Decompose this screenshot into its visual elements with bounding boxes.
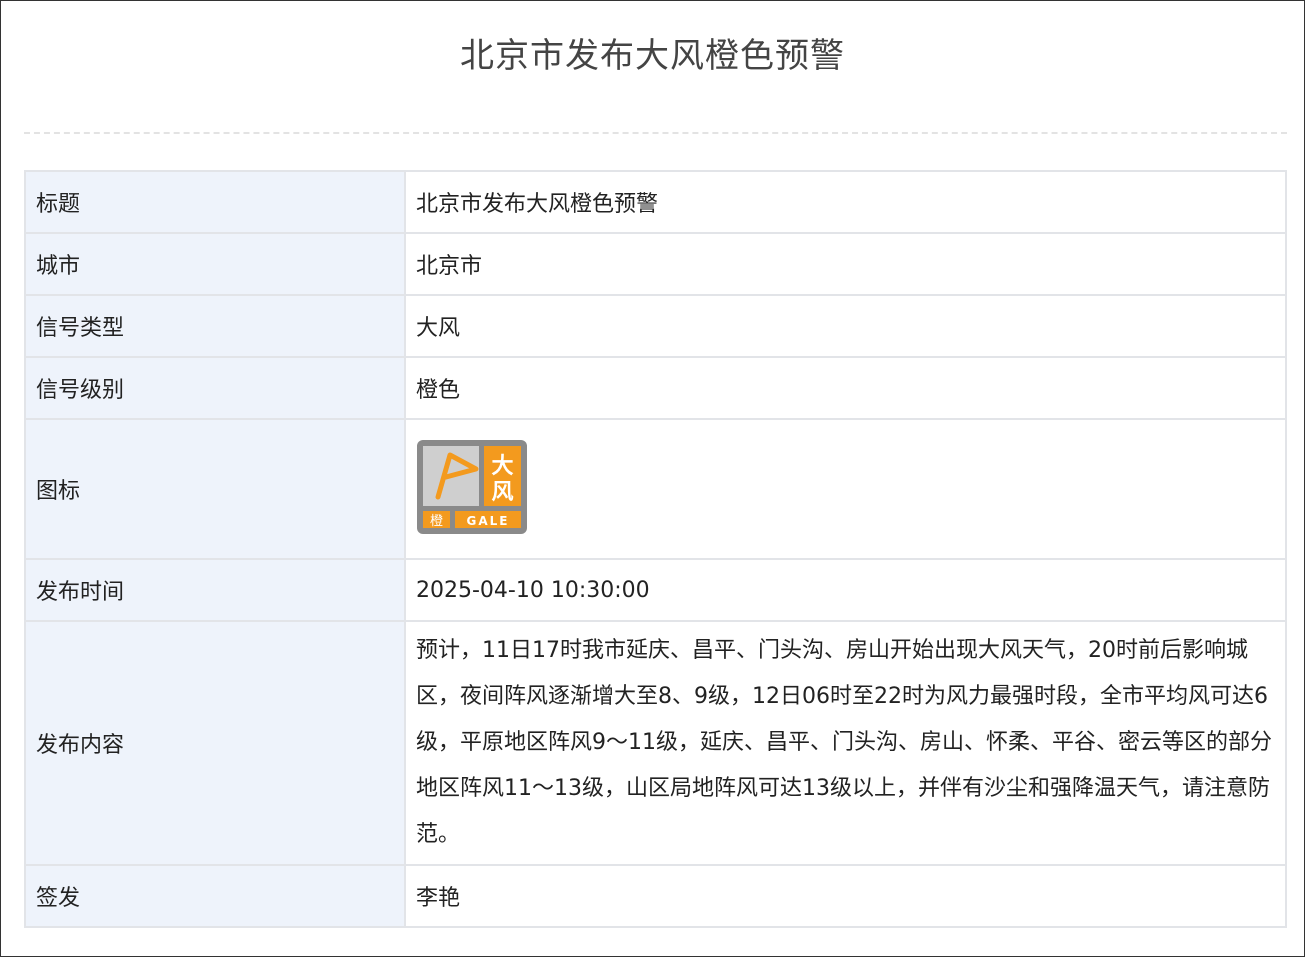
row-label: 信号类型 [25,295,405,357]
svg-text:橙: 橙 [430,514,443,529]
row-value-signal-type: 大风 [405,295,1286,357]
table-row: 发布内容预计，11日17时我市延庆、昌平、门头沟、房山开始出现大风天气，20时前… [25,621,1286,865]
table-row: 发布时间2025-04-10 10:30:00 [25,559,1286,621]
table-row: 图标 大 风 橙 GALE [25,419,1286,559]
row-label: 发布内容 [25,621,405,865]
row-value-publish-time: 2025-04-10 10:30:00 [405,559,1286,621]
row-label: 信号级别 [25,357,405,419]
row-value-city: 北京市 [405,233,1286,295]
row-value-signal-level: 橙色 [405,357,1286,419]
table-row: 信号类型大风 [25,295,1286,357]
table-row: 签发李艳 [25,865,1286,927]
warning-details-table: 标题北京市发布大风橙色预警 城市北京市 信号类型大风 信号级别橙色 图标 大 风… [24,170,1287,928]
row-label: 图标 [25,419,405,559]
row-label: 签发 [25,865,405,927]
table-row: 城市北京市 [25,233,1286,295]
divider [24,132,1287,134]
row-value-title: 北京市发布大风橙色预警 [405,171,1286,233]
row-label: 城市 [25,233,405,295]
svg-text:大: 大 [491,454,513,479]
svg-text:风: 风 [491,480,513,505]
row-value-icon: 大 风 橙 GALE [405,419,1286,559]
row-label: 发布时间 [25,559,405,621]
row-value-content: 预计，11日17时我市延庆、昌平、门头沟、房山开始出现大风天气，20时前后影响城… [405,621,1286,865]
svg-text:GALE: GALE [467,514,510,528]
table-row: 信号级别橙色 [25,357,1286,419]
gale-orange-warning-icon: 大 风 橙 GALE [416,439,528,535]
row-value-issuer: 李艳 [405,865,1286,927]
table-row: 标题北京市发布大风橙色预警 [25,171,1286,233]
page-title: 北京市发布大风橙色预警 [0,28,1305,77]
row-label: 标题 [25,171,405,233]
